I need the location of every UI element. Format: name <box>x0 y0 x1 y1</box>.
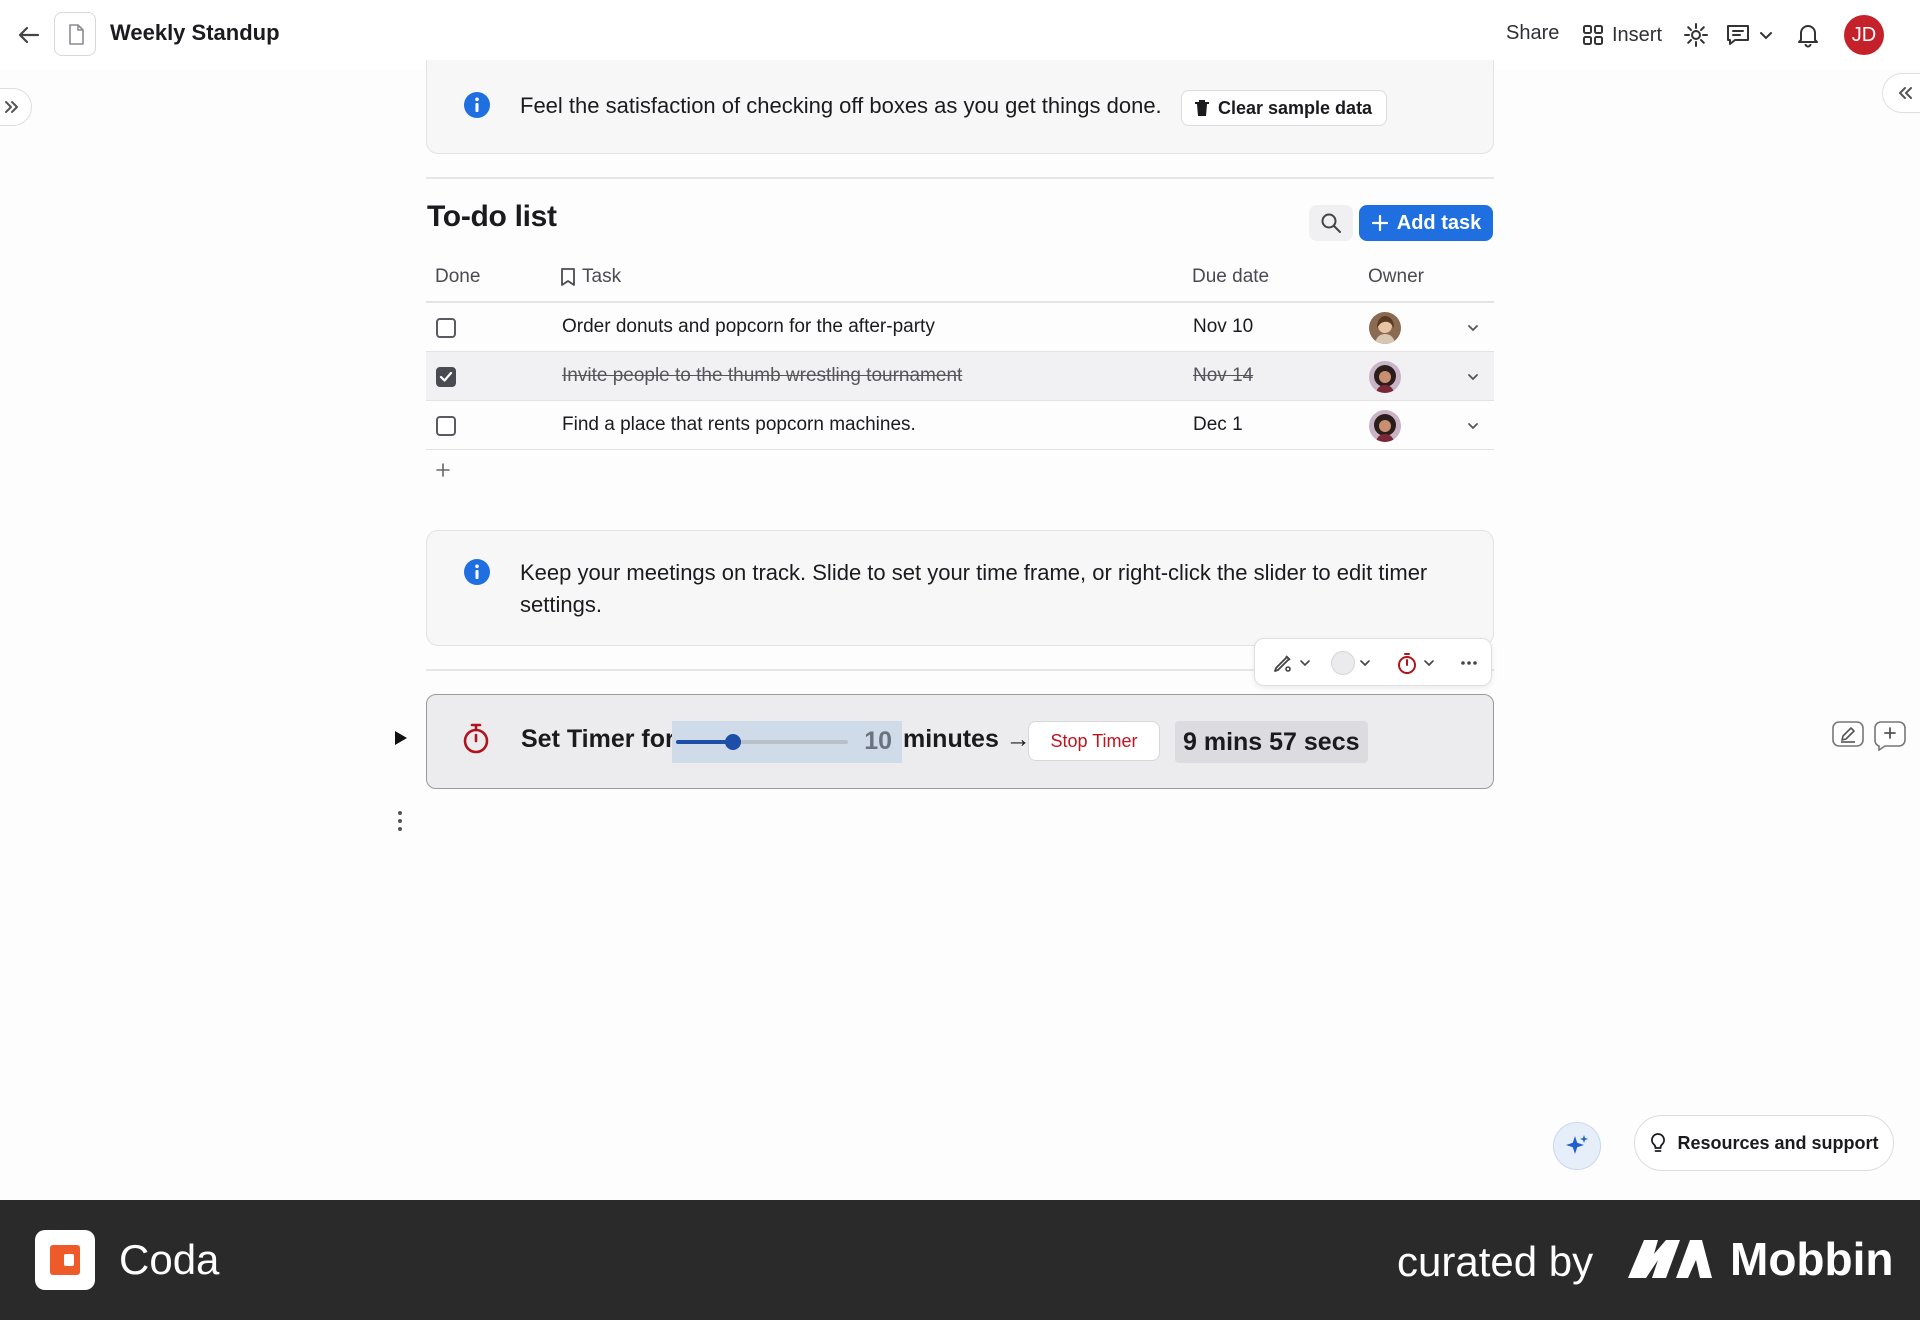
chevron-down-icon <box>1300 660 1310 667</box>
done-checkbox-checked[interactable] <box>436 367 456 387</box>
slider-knob[interactable] <box>725 734 741 750</box>
stop-timer-button[interactable]: Stop Timer <box>1028 721 1160 761</box>
sample-data-callout: Feel the satisfaction of checking off bo… <box>426 60 1494 154</box>
plus-icon <box>1371 214 1388 232</box>
doc-title[interactable]: Weekly Standup <box>110 20 280 46</box>
search-icon <box>1321 213 1341 233</box>
more-horizontal-icon <box>1461 661 1477 665</box>
edit-comment-icon[interactable] <box>1831 719 1865 751</box>
style-menu[interactable] <box>1271 651 1311 675</box>
add-comment-icon[interactable] <box>1873 719 1907 751</box>
double-chevron-left-icon <box>1899 87 1912 99</box>
insert-grid-icon <box>1583 25 1603 45</box>
resources-support-label: Resources and support <box>1677 1132 1879 1153</box>
add-row-plus-icon[interactable] <box>433 460 453 480</box>
table-row[interactable]: Invite people to the thumb wrestling tou… <box>426 352 1494 401</box>
user-avatar[interactable]: JD <box>1844 15 1884 55</box>
double-chevron-right-icon <box>5 101 18 113</box>
vertical-more-icon[interactable] <box>396 810 404 832</box>
slider-track[interactable] <box>676 740 848 744</box>
resources-support-button[interactable]: Resources and support <box>1634 1115 1894 1171</box>
stopwatch-icon <box>1398 653 1416 674</box>
due-date-cell[interactable]: Dec 1 <box>1193 414 1243 436</box>
info-icon <box>464 559 490 585</box>
slider-value: 10 <box>864 727 892 755</box>
minutes-label: minutes → <box>903 725 1031 753</box>
row-expand-chevron-icon[interactable] <box>1464 417 1482 435</box>
checkmark-icon <box>439 371 453 382</box>
stopwatch-icon <box>463 723 489 754</box>
column-header-task[interactable]: Task <box>560 266 621 288</box>
add-task-label: Add task <box>1396 211 1482 234</box>
clear-sample-data-button[interactable]: Clear sample data <box>1181 90 1388 126</box>
block-format-toolbar <box>1254 638 1492 686</box>
timer-slider[interactable]: 10 <box>672 721 902 763</box>
lightbulb-icon <box>1651 1133 1666 1152</box>
chevron-down-icon <box>1424 660 1434 667</box>
app-name: Coda <box>119 1236 220 1283</box>
insert-label: Insert <box>1612 23 1663 46</box>
timer-label: Set Timer for <box>521 725 675 753</box>
task-cell[interactable]: Order donuts and popcorn for the after-p… <box>562 316 935 338</box>
column-header-owner[interactable]: Owner <box>1368 266 1424 288</box>
settings-gear-icon[interactable] <box>1682 21 1710 49</box>
comments-icon[interactable] <box>1724 21 1752 49</box>
task-cell[interactable]: Find a place that rents popcorn machines… <box>562 414 916 436</box>
insert-button[interactable]: Insert <box>1582 18 1662 52</box>
table-row[interactable]: Find a place that rents popcorn machines… <box>426 401 1494 450</box>
chevron-down-icon[interactable] <box>1758 21 1774 49</box>
table-row[interactable]: Order donuts and popcorn for the after-p… <box>426 303 1494 352</box>
icon-menu[interactable] <box>1395 651 1435 675</box>
time-remaining: 9 mins 57 secs <box>1175 721 1368 763</box>
done-checkbox[interactable] <box>436 318 456 338</box>
row-expand-chevron-icon[interactable] <box>1464 368 1482 386</box>
mobbin-logo-icon <box>1628 1240 1712 1278</box>
column-header-due-date[interactable]: Due date <box>1192 266 1269 288</box>
divider <box>426 177 1494 179</box>
footer-banner: Coda curated by Mobbin <box>0 1200 1920 1320</box>
color-swatch <box>1331 651 1355 675</box>
chevron-down-icon <box>1360 660 1370 667</box>
callout-text: Keep your meetings on track. Slide to se… <box>520 560 1428 617</box>
add-task-button[interactable]: Add task <box>1359 205 1493 241</box>
info-icon <box>464 92 490 118</box>
timer-callout: Keep your meetings on track. Slide to se… <box>426 530 1494 646</box>
row-expand-chevron-icon[interactable] <box>1464 319 1482 337</box>
todo-list-title: To-do list <box>427 200 557 233</box>
bell-icon[interactable] <box>1794 21 1822 49</box>
color-menu[interactable] <box>1331 651 1371 675</box>
brand-name: Mobbin <box>1730 1233 1894 1285</box>
share-button[interactable]: Share <box>1506 22 1559 45</box>
collapse-right-panel-button[interactable] <box>1882 73 1920 113</box>
play-icon[interactable] <box>392 728 410 748</box>
owner-avatar[interactable] <box>1369 312 1401 344</box>
bookmark-icon <box>561 268 575 286</box>
column-header-task-label: Task <box>582 266 622 287</box>
due-date-cell[interactable]: Nov 10 <box>1193 316 1253 338</box>
done-checkbox[interactable] <box>436 416 456 436</box>
curated-by-label: curated by <box>1397 1238 1594 1285</box>
timer-block: Set Timer for 10 minutes → Stop Timer 9 … <box>426 694 1494 789</box>
clear-sample-data-label: Clear sample data <box>1218 97 1373 118</box>
coda-logo-icon <box>35 1230 95 1290</box>
paint-brush-icon <box>1274 655 1291 672</box>
more-options-menu[interactable] <box>1459 651 1479 675</box>
callout-text: Feel the satisfaction of checking off bo… <box>520 93 1162 118</box>
expand-sidebar-button[interactable] <box>0 88 32 126</box>
owner-avatar[interactable] <box>1369 410 1401 442</box>
column-header-done[interactable]: Done <box>435 266 480 288</box>
back-arrow-icon[interactable] <box>14 20 44 50</box>
due-date-cell[interactable]: Nov 14 <box>1193 365 1253 387</box>
owner-avatar[interactable] <box>1369 361 1401 393</box>
trash-icon <box>1195 100 1209 116</box>
sparkle-icon <box>1566 1135 1588 1154</box>
doc-icon[interactable] <box>54 12 96 56</box>
ai-assistant-button[interactable] <box>1553 1122 1601 1170</box>
table-search-button[interactable] <box>1309 205 1353 241</box>
task-cell[interactable]: Invite people to the thumb wrestling tou… <box>562 365 962 387</box>
